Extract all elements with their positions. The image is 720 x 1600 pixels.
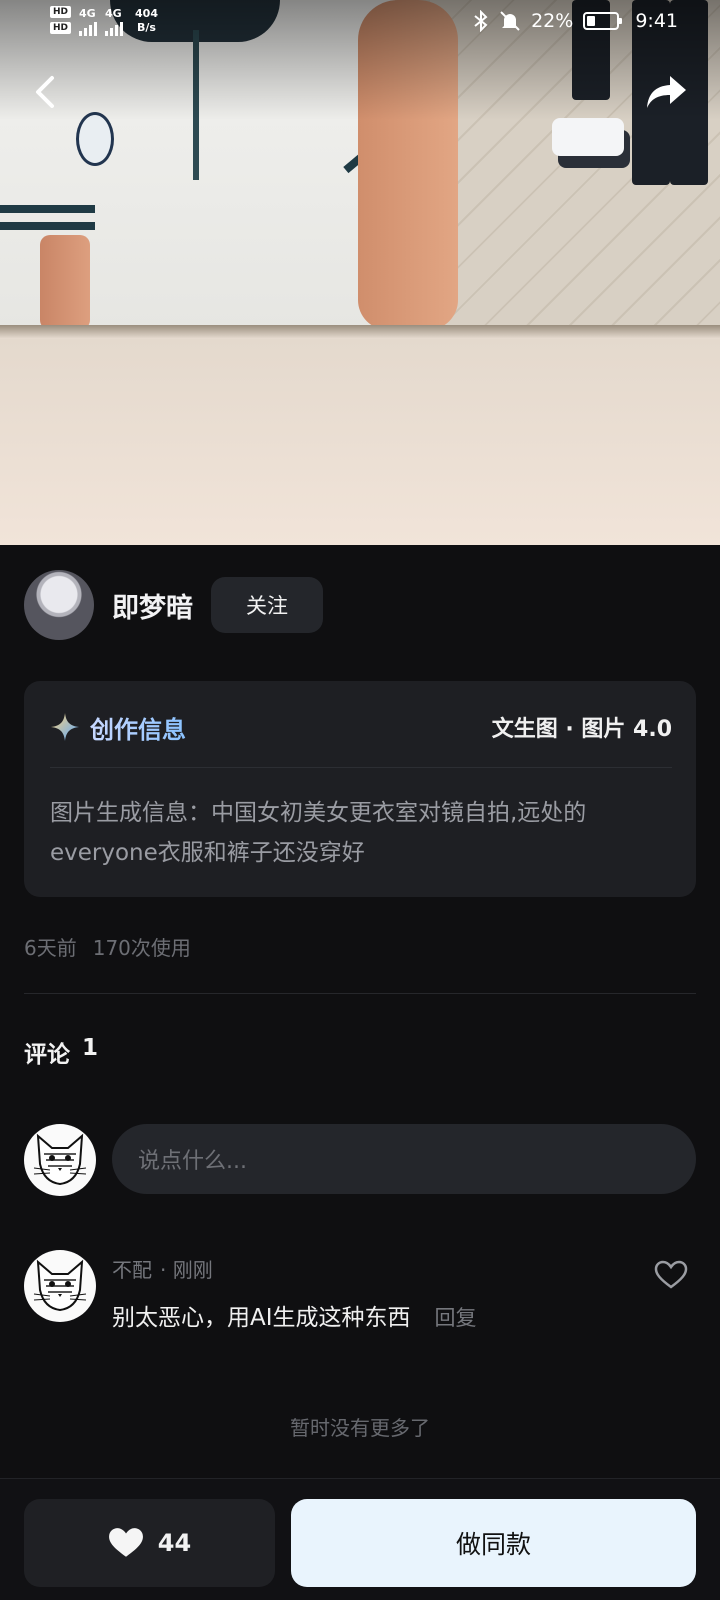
comments-count: 1 (82, 1035, 99, 1061)
bottom-bar: 44 做同款 (0, 1478, 720, 1600)
divider (50, 767, 672, 768)
signal-icon (79, 20, 98, 36)
author-row: 即梦暗 关注 (24, 570, 323, 640)
commenter-avatar[interactable] (24, 1250, 96, 1322)
heart-icon (108, 1528, 143, 1557)
like-button[interactable]: 44 (24, 1499, 275, 1587)
post-stats: 6天前 170次使用 (24, 932, 191, 961)
hd-badge-1: HD (50, 6, 72, 18)
author-avatar[interactable] (24, 570, 94, 640)
hd-badge-2: HD (50, 22, 72, 34)
comments-header: 评论 1 (24, 1035, 98, 1069)
post-time: 6天前 (24, 936, 77, 960)
follow-button[interactable]: 关注 (211, 577, 323, 633)
signal1-label: 4G (79, 7, 96, 20)
school-badge (76, 112, 114, 166)
share-icon[interactable] (644, 72, 688, 112)
comments-label: 评论 (24, 1042, 70, 1068)
commenter-name[interactable]: 不配 (112, 1254, 152, 1283)
comment-time: · 刚刚 (160, 1258, 213, 1282)
prompt-text: 图片生成信息：中国女初美女更衣室对镜自拍,远处的everyone衣服和裤子还没穿… (50, 800, 587, 866)
net-speed-unit: B/s (137, 21, 156, 34)
back-icon[interactable] (26, 72, 66, 112)
hero-image[interactable] (0, 0, 720, 545)
comment-text: 别太恶心，用AI生成这种东西 (112, 1305, 411, 1331)
heart-outline-icon[interactable] (654, 1260, 688, 1290)
signal-icon (105, 20, 124, 36)
bluetooth-icon (474, 10, 488, 32)
like-count: 44 (157, 1529, 192, 1557)
signal2-label: 4G (105, 7, 122, 20)
model-info: 文生图 · 图片 4.0 (491, 717, 672, 742)
card-title: 创作信息 (90, 710, 186, 745)
divider (24, 993, 696, 994)
sparkle-icon (51, 713, 79, 741)
net-speed-value: 404 (135, 7, 158, 20)
comment-input[interactable]: 说点什么... (112, 1124, 696, 1194)
clock: 9:41 (635, 10, 678, 32)
reply-button[interactable]: 回复 (435, 1302, 477, 1332)
use-count: 170次使用 (92, 936, 191, 960)
end-of-list: 暂时没有更多了 (290, 1416, 430, 1440)
mute-icon (500, 11, 520, 31)
status-bar: HD HD 4G 4G 404 B/s 22% 9:41 (0, 0, 720, 48)
comment-item: 不配 · 刚刚 别太恶心，用AI生成这种东西 回复 (24, 1250, 696, 1340)
creation-info-card: 创作信息 文生图 · 图片 4.0 图片生成信息：中国女初美女更衣室对镜自拍,远… (24, 681, 696, 897)
my-avatar (24, 1124, 96, 1196)
author-name[interactable]: 即梦暗 (112, 586, 193, 625)
battery-icon (583, 12, 623, 30)
make-same-button[interactable]: 做同款 (291, 1499, 696, 1587)
battery-percent: 22% (531, 10, 574, 32)
